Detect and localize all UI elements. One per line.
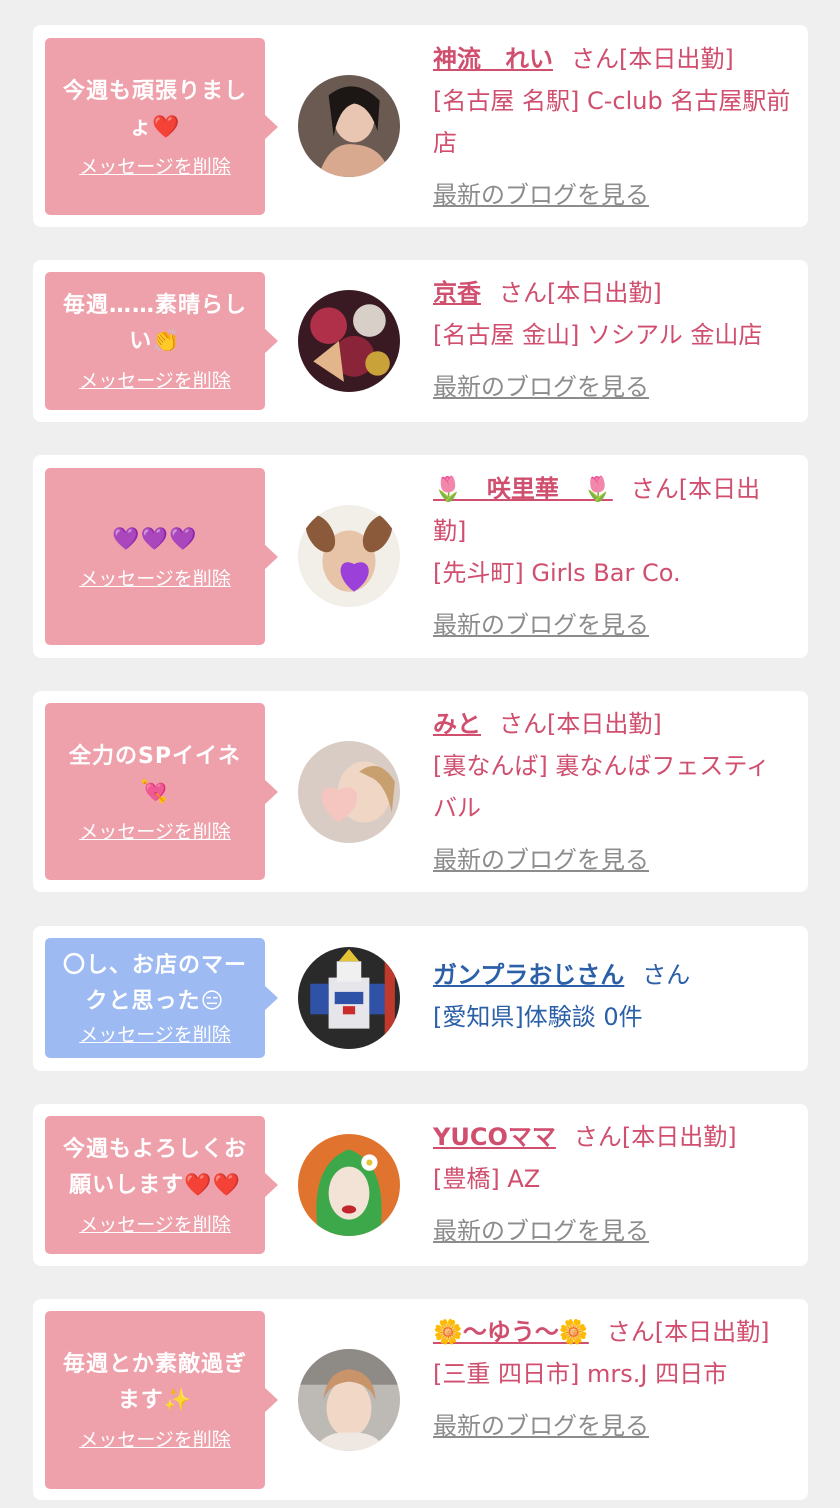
message-text: 今週も頑張りましょ❤️ xyxy=(62,78,247,140)
message-text: 全力のSPイイネ💘 xyxy=(69,743,241,805)
illustrated-woman-avatar[interactable] xyxy=(298,1134,400,1236)
message-text: 〇し、お店のマークと思った😑 xyxy=(62,953,247,1014)
message-text: 毎週とか素敵過ぎます✨ xyxy=(62,1352,247,1413)
delete-message-link[interactable]: メッセージを削除 xyxy=(79,154,231,180)
delete-message-link[interactable]: メッセージを削除 xyxy=(79,819,231,845)
delete-message-link[interactable]: メッセージを削除 xyxy=(79,1022,231,1048)
cast-info: 🌼〜ゆう〜🌼 さん[本日出勤] [三重 四日市] mrs.J 四日市 最新のブログ… xyxy=(433,1311,793,1447)
area-review-text: [愛知県]体験談 0件 xyxy=(433,1003,643,1031)
kimono-photo-avatar[interactable] xyxy=(298,290,400,392)
list-item: 全力のSPイイネ💘 メッセージを削除 みと さん[本日出勤] [裏なんば] 裏なん… xyxy=(33,691,808,892)
message-bubble: 今週もよろしくお願いします❤️❤️ メッセージを削除 xyxy=(45,1116,278,1254)
member-name-link[interactable]: ガンプラおじさん xyxy=(433,961,624,989)
list-item: 今週も頑張りましょ❤️ メッセージを削除 神流 れい さん[本日出勤] [名古屋 … xyxy=(33,25,808,227)
expressionless-face-emoji-icon: 😑 xyxy=(200,989,225,1014)
car-selfie-avatar[interactable] xyxy=(298,1349,400,1451)
heart-covered-photo-avatar[interactable] xyxy=(298,741,400,843)
cast-name-link[interactable]: みと xyxy=(433,710,481,738)
message-text: 毎週……素晴らしい👏 xyxy=(62,293,247,354)
message-bubble: 毎週とか素敵過ぎます✨ メッセージを削除 xyxy=(45,1311,278,1489)
purple-heart-emoji-icon: 💜💜💜 xyxy=(112,526,198,552)
clapping-hands-emoji-icon: 👏 xyxy=(152,329,181,354)
shop-text: [先斗町] Girls Bar Co. xyxy=(433,559,681,587)
cast-info: 神流 れい さん[本日出勤] [名古屋 名駅] C-club 名古屋駅前店 最新の… xyxy=(433,38,793,216)
cast-status: さん[本日出勤] xyxy=(499,710,662,738)
cast-name-link[interactable]: YUCOママ xyxy=(433,1123,556,1151)
cast-status: さん[本日出勤] xyxy=(571,45,734,73)
list-item: 〇し、お店のマークと思った😑 メッセージを削除 ガンプラおじさん さん [愛知県]… xyxy=(33,926,808,1071)
message-bubble: 全力のSPイイネ💘 メッセージを削除 xyxy=(45,703,278,880)
list-item: 毎週とか素敵過ぎます✨ メッセージを削除 🌼〜ゆう〜🌼 さん[本日出勤] [三重 … xyxy=(33,1299,808,1500)
latest-blog-link[interactable]: 最新のブログを見る xyxy=(433,366,649,408)
sparkles-emoji-icon: ✨ xyxy=(163,1388,193,1413)
cast-name-link[interactable]: 神流 れい xyxy=(433,45,553,73)
cast-name-link[interactable]: 🌷 咲里華 🌷 xyxy=(433,475,613,503)
latest-blog-link[interactable]: 最新のブログを見る xyxy=(433,1405,649,1447)
member-suffix: さん xyxy=(642,961,691,989)
shop-text: [豊橋] AZ xyxy=(433,1165,541,1193)
delete-message-link[interactable]: メッセージを削除 xyxy=(79,368,231,394)
shop-text: [裏なんば] 裏なんばフェスティバル xyxy=(433,752,770,822)
cast-status: さん[本日出勤] xyxy=(499,279,662,307)
cast-name-link[interactable]: 京香 xyxy=(433,279,481,307)
woman-photo-avatar[interactable] xyxy=(298,75,400,177)
cast-info: ガンプラおじさん さん [愛知県]体験談 0件 xyxy=(433,954,793,1038)
cast-info: YUCOママ さん[本日出勤] [豊橋] AZ 最新のブログを見る xyxy=(433,1116,793,1252)
delete-message-link[interactable]: メッセージを削除 xyxy=(79,1427,231,1453)
dog-filter-photo-avatar[interactable] xyxy=(298,505,400,607)
list-item: 💜💜💜 メッセージを削除 🌷 咲里華 🌷 さん[本日出勤] [先斗町] Girls… xyxy=(33,455,808,658)
message-bubble: 💜💜💜 メッセージを削除 xyxy=(45,468,278,645)
latest-blog-link[interactable]: 最新のブログを見る xyxy=(433,1210,649,1252)
favorites-message-list: 今週も頑張りましょ❤️ メッセージを削除 神流 れい さん[本日出勤] [名古屋 … xyxy=(0,0,840,1508)
latest-blog-link[interactable]: 最新のブログを見る xyxy=(433,604,649,646)
latest-blog-link[interactable]: 最新のブログを見る xyxy=(433,839,649,881)
heart-arrow-emoji-icon: 💘 xyxy=(140,779,170,805)
delete-message-link[interactable]: メッセージを削除 xyxy=(79,1212,231,1238)
cast-status: さん[本日出勤] xyxy=(573,1123,737,1151)
cast-info: みと さん[本日出勤] [裏なんば] 裏なんばフェスティバル 最新のブログを見る xyxy=(433,703,793,881)
cast-info: 🌷 咲里華 🌷 さん[本日出勤] [先斗町] Girls Bar Co. 最新のブ… xyxy=(433,468,793,646)
shop-text: [三重 四日市] mrs.J 四日市 xyxy=(433,1360,728,1388)
message-bubble: 今週も頑張りましょ❤️ メッセージを削除 xyxy=(45,38,278,215)
cast-status: さん[本日出勤] xyxy=(606,1318,770,1346)
message-bubble: 毎週……素晴らしい👏 メッセージを削除 xyxy=(45,272,278,410)
red-heart-emoji-icon: ❤️❤️ xyxy=(184,1173,241,1198)
heart-emoji-icon: ❤️ xyxy=(152,114,181,140)
message-text: 💜💜💜 xyxy=(112,522,197,558)
list-item: 今週もよろしくお願いします❤️❤️ メッセージを削除 YUCOママ さん[本日出勤… xyxy=(33,1104,808,1266)
message-bubble: 〇し、お店のマークと思った😑 メッセージを削除 xyxy=(45,938,278,1058)
shop-text: [名古屋 金山] ソシアル 金山店 xyxy=(433,321,763,349)
delete-message-link[interactable]: メッセージを削除 xyxy=(79,566,231,592)
message-text: 今週もよろしくお願いします❤️❤️ xyxy=(62,1137,247,1198)
list-item: 毎週……素晴らしい👏 メッセージを削除 京香 さん[本日出勤] [名古屋 金山] … xyxy=(33,260,808,422)
latest-blog-link[interactable]: 最新のブログを見る xyxy=(433,174,649,216)
cast-info: 京香 さん[本日出勤] [名古屋 金山] ソシアル 金山店 最新のブログを見る xyxy=(433,272,793,408)
shop-text: [名古屋 名駅] C-club 名古屋駅前店 xyxy=(433,87,791,157)
cast-name-link[interactable]: 🌼〜ゆう〜🌼 xyxy=(433,1318,589,1346)
robot-model-avatar[interactable] xyxy=(298,947,400,1049)
